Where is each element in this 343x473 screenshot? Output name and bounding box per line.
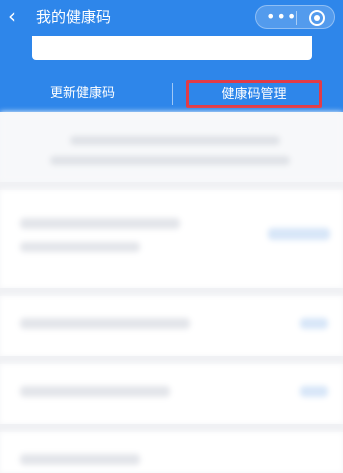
- mini-program-capsule: •••: [255, 5, 335, 29]
- update-health-code-button[interactable]: 更新健康码: [50, 85, 115, 103]
- target-circle-icon[interactable]: [309, 10, 325, 26]
- more-dots-icon[interactable]: •••: [266, 7, 297, 27]
- page-title: 我的健康码: [36, 8, 112, 26]
- health-code-management-button[interactable]: 健康码管理: [186, 80, 322, 108]
- blurred-list-row[interactable]: [0, 296, 343, 356]
- blurred-info-row[interactable]: [0, 190, 343, 288]
- health-code-management-label: 健康码管理: [221, 87, 287, 102]
- section-divider: [0, 424, 343, 432]
- blurred-notice: [0, 112, 343, 182]
- section-divider: [0, 288, 343, 296]
- action-divider: [172, 83, 173, 105]
- navigation-bar: ‹ 我的健康码 •••: [0, 0, 343, 34]
- section-divider: [0, 182, 343, 190]
- chevron-left-icon[interactable]: ‹: [8, 6, 26, 26]
- section-divider: [0, 356, 343, 364]
- blurred-list-row[interactable]: [0, 432, 343, 473]
- capsule-divider: [296, 11, 297, 25]
- health-code-card-bottom: [32, 36, 312, 60]
- action-bar: 更新健康码 健康码管理: [0, 76, 343, 112]
- content-area: [0, 112, 343, 473]
- blurred-list-row[interactable]: [0, 364, 343, 424]
